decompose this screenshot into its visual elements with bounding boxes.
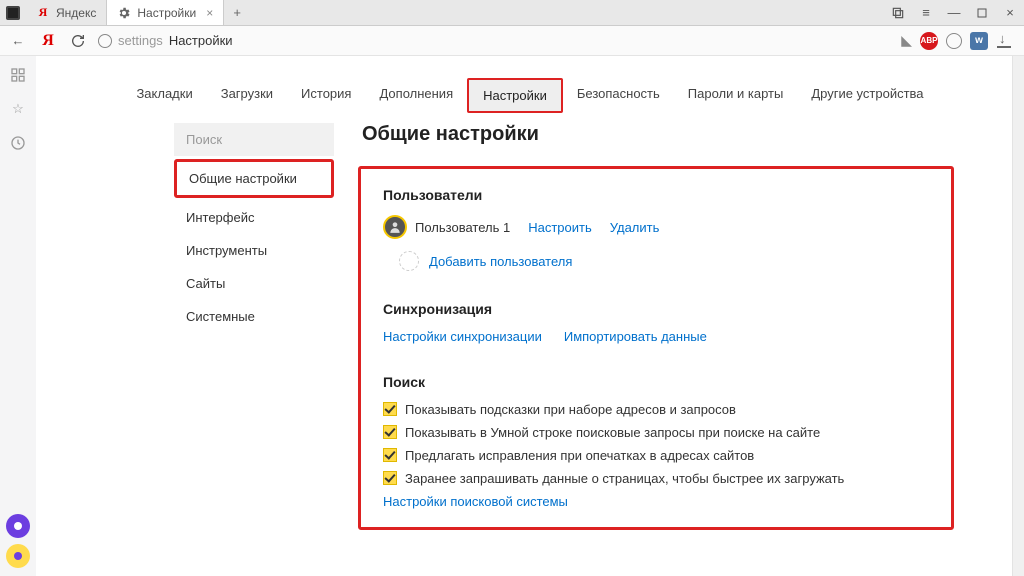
sync-heading: Синхронизация (383, 301, 929, 317)
settings-nav-general[interactable]: Общие настройки (174, 159, 334, 198)
delete-user-link[interactable]: Удалить (610, 220, 660, 235)
window-titlebar: Я Яндекс Настройки × + ≡ — × (0, 0, 1024, 26)
settings-main-column: Общие настройки Пользователи Пользовател… (358, 123, 954, 530)
page-title: Общие настройки (362, 123, 954, 146)
back-button[interactable]: ← (8, 31, 28, 51)
tab-addons[interactable]: Дополнения (365, 78, 467, 113)
close-tab-icon[interactable]: × (206, 6, 213, 20)
import-data-link[interactable]: Импортировать данные (564, 329, 707, 344)
minimize-button[interactable]: — (940, 0, 968, 25)
settings-nav-tools[interactable]: Инструменты (174, 234, 334, 267)
add-user-icon (399, 251, 419, 271)
checkbox[interactable] (383, 425, 397, 439)
downloads-icon[interactable] (996, 33, 1012, 49)
browser-toolbar: ← Я settings Настройки ◣ ABP w (0, 26, 1024, 56)
settings-nav-interface[interactable]: Интерфейс (174, 201, 334, 234)
side-panel: ☆ (0, 56, 36, 576)
settings-nav-system[interactable]: Системные (174, 300, 334, 333)
tab-title: Настройки (137, 6, 196, 20)
user-row: Пользователь 1 Настроить Удалить (383, 215, 929, 239)
site-identity-icon (98, 34, 112, 48)
checkbox-label: Заранее запрашивать данные о страницах, … (405, 471, 844, 486)
search-option-0: Показывать подсказки при наборе адресов … (383, 402, 929, 417)
star-icon[interactable]: ☆ (9, 100, 27, 118)
add-user-link[interactable]: Добавить пользователя (429, 254, 572, 269)
yandex-app-icon[interactable] (6, 544, 30, 568)
tab-settings[interactable]: Настройки (467, 78, 563, 113)
bookmark-icon[interactable]: ◣ (901, 32, 912, 49)
new-tab-button[interactable]: + (224, 0, 250, 25)
reload-button[interactable] (68, 31, 88, 51)
search-option-1: Показывать в Умной строке поисковые запр… (383, 425, 929, 440)
window-controls: ≡ — × (884, 0, 1024, 25)
address-prefix: settings (118, 33, 163, 48)
history-icon[interactable] (9, 134, 27, 152)
vk-icon[interactable]: w (970, 32, 988, 50)
highlighted-settings-area: Пользователи Пользователь 1 Настроить Уд… (358, 166, 954, 530)
checkbox[interactable] (383, 471, 397, 485)
section-search: Поиск Показывать подсказки при наборе ад… (383, 374, 929, 509)
yandex-logo[interactable]: Я (38, 31, 58, 51)
vertical-scrollbar[interactable] (1012, 56, 1024, 576)
copy-window-icon[interactable] (884, 0, 912, 25)
grid-icon[interactable] (9, 66, 27, 84)
section-sync: Синхронизация Настройки синхронизации Им… (383, 301, 929, 344)
app-icon (6, 6, 20, 20)
alice-app-icon[interactable] (6, 514, 30, 538)
checkbox-label: Показывать подсказки при наборе адресов … (405, 402, 736, 417)
tab-security[interactable]: Безопасность (563, 78, 674, 113)
settings-nav-sites[interactable]: Сайты (174, 267, 334, 300)
tab-downloads[interactable]: Загрузки (207, 78, 287, 113)
maximize-button[interactable] (968, 0, 996, 25)
user-name: Пользователь 1 (415, 220, 510, 235)
settings-top-tabs: Закладки Загрузки История Дополнения Нас… (36, 56, 1024, 123)
search-heading: Поиск (383, 374, 929, 390)
checkbox[interactable] (383, 448, 397, 462)
search-engine-settings-link[interactable]: Настройки поисковой системы (383, 494, 568, 509)
tab-passwords[interactable]: Пароли и карты (674, 78, 798, 113)
add-user-row: Добавить пользователя (399, 251, 929, 271)
tab-bookmarks[interactable]: Закладки (122, 78, 206, 113)
page-content: Закладки Загрузки История Дополнения Нас… (36, 56, 1024, 576)
gear-icon (117, 6, 131, 20)
tab-title: Яндекс (56, 6, 96, 20)
close-window-button[interactable]: × (996, 0, 1024, 25)
globe-icon[interactable] (946, 33, 962, 49)
configure-user-link[interactable]: Настроить (528, 220, 592, 235)
tab-history[interactable]: История (287, 78, 365, 113)
abp-icon[interactable]: ABP (920, 32, 938, 50)
checkbox-label: Предлагать исправления при опечатках в а… (405, 448, 754, 463)
users-heading: Пользователи (383, 187, 929, 203)
titlebar-left (0, 0, 26, 25)
sync-settings-link[interactable]: Настройки синхронизации (383, 329, 542, 344)
search-option-2: Предлагать исправления при опечатках в а… (383, 448, 929, 463)
tab-other-devices[interactable]: Другие устройства (797, 78, 937, 113)
checkbox[interactable] (383, 402, 397, 416)
settings-side-nav: Поиск Общие настройки Интерфейс Инструме… (174, 123, 334, 530)
yandex-favicon: Я (36, 6, 50, 20)
settings-nav-search[interactable]: Поиск (174, 123, 334, 156)
avatar-icon (383, 215, 407, 239)
browser-tab-1[interactable]: Настройки × (107, 0, 224, 25)
search-option-3: Заранее запрашивать данные о страницах, … (383, 471, 929, 486)
checkbox-label: Показывать в Умной строке поисковые запр… (405, 425, 820, 440)
address-bar[interactable]: settings Настройки (98, 33, 891, 48)
menu-icon[interactable]: ≡ (912, 0, 940, 25)
section-users: Пользователи Пользователь 1 Настроить Уд… (383, 187, 929, 271)
browser-tab-0[interactable]: Я Яндекс (26, 0, 107, 25)
address-current: Настройки (169, 33, 233, 48)
